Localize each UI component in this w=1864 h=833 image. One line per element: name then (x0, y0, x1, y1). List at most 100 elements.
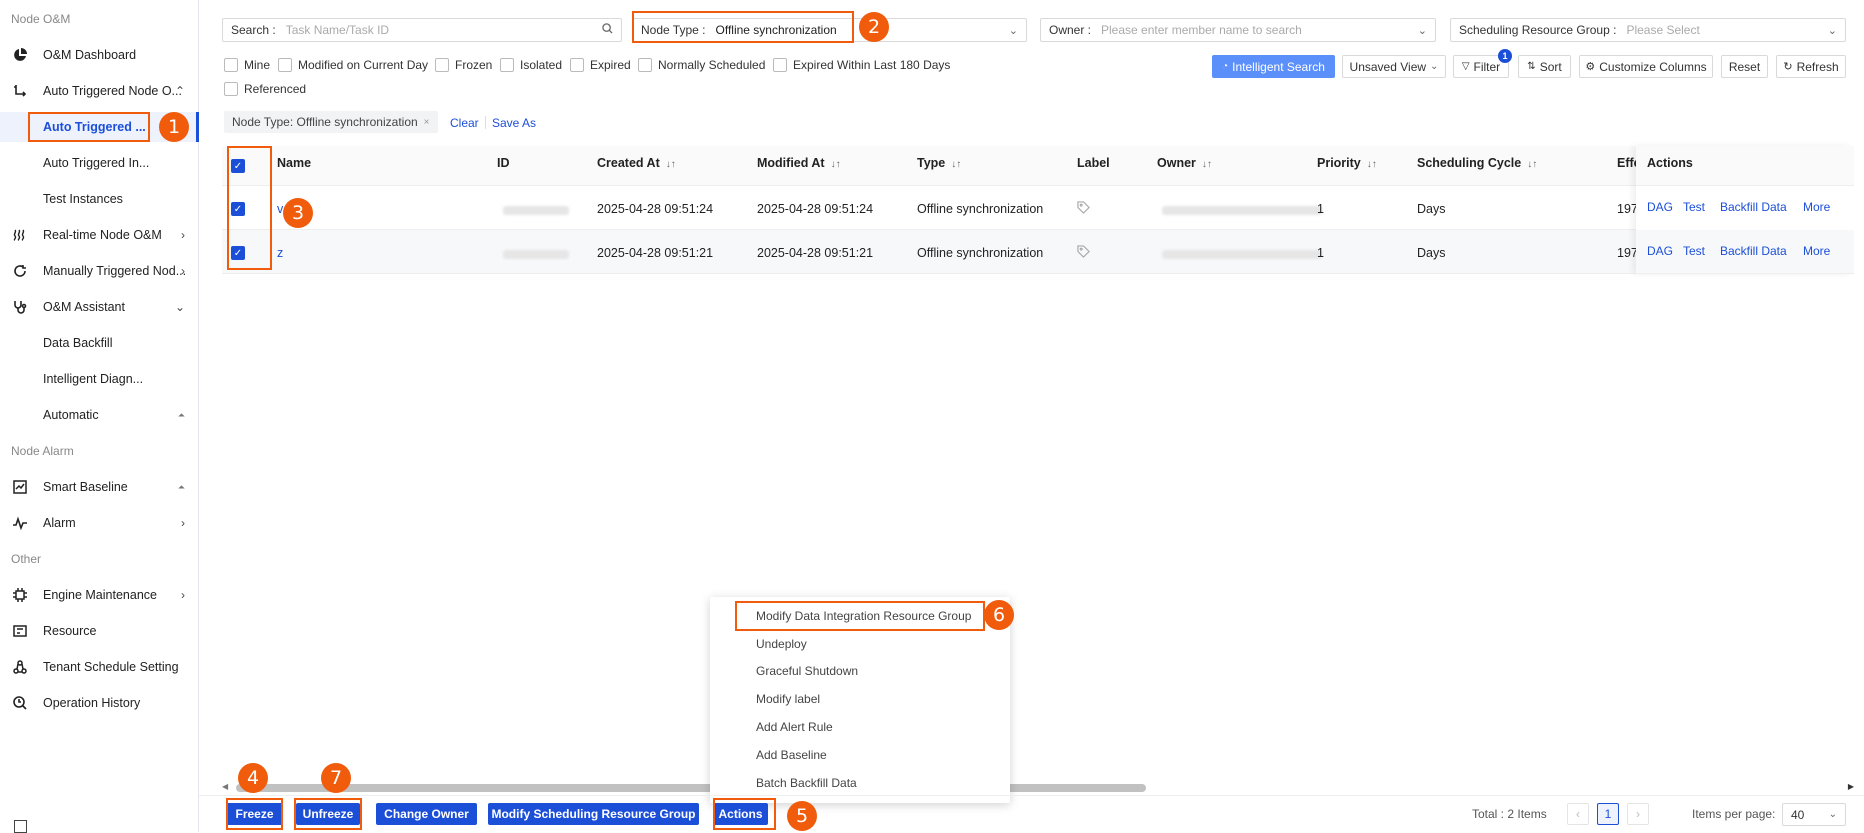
view-select[interactable]: Unsaved View ⌄ (1342, 55, 1446, 78)
chevron-right-icon: › (181, 588, 185, 602)
sidebar-item-auto-triggered-instances[interactable]: Auto Triggered In... (0, 148, 199, 178)
scroll-right-icon[interactable]: ▶ (1848, 782, 1854, 791)
column-header-priority[interactable]: Priority ↓↑ (1317, 156, 1377, 170)
sort-icon[interactable]: ↓↑ (1527, 159, 1537, 170)
sidebar-item-test-instances[interactable]: Test Instances (0, 184, 199, 214)
column-header-type[interactable]: Type ↓↑ (917, 156, 961, 170)
sidebar-item-resource[interactable]: Resource (0, 616, 199, 646)
sort-icon[interactable]: ↓↑ (666, 159, 676, 170)
checkbox[interactable] (224, 82, 238, 96)
filter-expired[interactable]: Expired (570, 58, 631, 72)
select-all-checkbox[interactable]: ✓ (231, 159, 245, 173)
scroll-left-icon[interactable]: ◀ (222, 782, 228, 791)
node-type-select[interactable]: Node Type : Offline synchronization ⌄ (632, 18, 1027, 42)
menu-item-undeploy[interactable]: Undeploy (756, 637, 807, 651)
sidebar-item-engine-maintenance[interactable]: Engine Maintenance › (0, 580, 199, 610)
filter-normally-scheduled[interactable]: Normally Scheduled (638, 58, 765, 72)
menu-item-add-alert-rule[interactable]: Add Alert Rule (756, 720, 833, 734)
checkbox[interactable] (278, 58, 292, 72)
column-header-modified-at[interactable]: Modified At ↓↑ (757, 156, 841, 170)
close-icon[interactable]: × (424, 117, 430, 128)
prev-page-button[interactable]: ‹ (1567, 803, 1589, 825)
filter-button[interactable]: ▽ Filter 1 (1453, 49, 1512, 78)
menu-item-modify-label[interactable]: Modify label (756, 692, 820, 706)
filter-expired-180[interactable]: Expired Within Last 180 Days (773, 58, 950, 72)
tag-icon[interactable] (1077, 201, 1090, 217)
menu-item-graceful-shutdown[interactable]: Graceful Shutdown (756, 664, 858, 678)
menu-item-modify-di-resource-group[interactable]: Modify Data Integration Resource Group (756, 609, 971, 623)
column-header-label: Type (917, 156, 946, 170)
more-link[interactable]: More (1803, 200, 1830, 214)
sidebar-item-alarm[interactable]: Alarm › (0, 508, 199, 538)
test-link[interactable]: Test (1683, 244, 1705, 258)
filter-frozen[interactable]: Frozen (435, 58, 492, 72)
sort-icon[interactable]: ↓↑ (1367, 159, 1377, 170)
filter-modified-today[interactable]: Modified on Current Day (278, 58, 428, 72)
filter-isolated[interactable]: Isolated (500, 58, 562, 72)
sidebar-item-om-dashboard[interactable]: O&M Dashboard (0, 40, 199, 70)
clear-link[interactable]: Clear (450, 116, 479, 130)
test-link[interactable]: Test (1683, 200, 1705, 214)
sort-button[interactable]: ⇅ Sort (1518, 55, 1571, 78)
chevron-down-icon: ⌄ (174, 300, 185, 314)
sidebar-item-operation-history[interactable]: Operation History (0, 688, 199, 718)
sidebar-item-automatic[interactable]: Automatic ⏶ (0, 400, 199, 430)
checkbox[interactable] (435, 58, 449, 72)
collapse-sidebar-icon[interactable] (14, 820, 27, 833)
sidebar-item-label: Engine Maintenance (43, 588, 157, 602)
checkbox[interactable] (500, 58, 514, 72)
sidebar-item-realtime-node-om[interactable]: Real-time Node O&M › (0, 220, 199, 250)
checkbox[interactable] (570, 58, 584, 72)
actions-button[interactable]: Actions (713, 803, 768, 825)
column-header-created-at[interactable]: Created At ↓↑ (597, 156, 676, 170)
sidebar-item-data-backfill[interactable]: Data Backfill (0, 328, 199, 358)
filter-mine[interactable]: Mine (224, 58, 270, 72)
unfreeze-button[interactable]: Unfreeze (296, 803, 360, 825)
items-per-page-select[interactable]: 40 ⌄ (1782, 803, 1846, 826)
sidebar-item-manually-triggered[interactable]: Manually Triggered Nod... › (0, 256, 199, 286)
sidebar-item-tenant-schedule[interactable]: Tenant Schedule Setting (0, 652, 199, 682)
refresh-button[interactable]: ↻ Refresh (1776, 55, 1846, 78)
column-header-scheduling-cycle[interactable]: Scheduling Cycle ↓↑ (1417, 156, 1537, 170)
filter-referenced[interactable]: Referenced (224, 82, 306, 96)
modify-resource-group-button[interactable]: Modify Scheduling Resource Group (488, 803, 699, 825)
column-header-label: Owner (1157, 156, 1196, 170)
save-as-link[interactable]: Save As (492, 116, 536, 130)
menu-item-batch-backfill[interactable]: Batch Backfill Data (756, 776, 857, 790)
search-input[interactable]: Search : Task Name/Task ID (222, 18, 622, 42)
resource-group-select[interactable]: Scheduling Resource Group : Please Selec… (1450, 18, 1846, 42)
checkbox[interactable] (638, 58, 652, 72)
column-header-owner[interactable]: Owner ↓↑ (1157, 156, 1212, 170)
intelligent-search-button[interactable]: ◔ Intelligent Search (1212, 55, 1335, 78)
owner-select[interactable]: Owner : Please enter member name to sear… (1040, 18, 1436, 42)
step-badge: 4 (238, 763, 268, 793)
freeze-button[interactable]: Freeze (226, 803, 283, 825)
sort-icon[interactable]: ↓↑ (951, 159, 961, 170)
dag-link[interactable]: DAG (1647, 200, 1673, 214)
row-checkbox[interactable]: ✓ (231, 246, 245, 260)
sidebar-item-om-assistant[interactable]: O&M Assistant ⌄ (0, 292, 199, 322)
sidebar-item-smart-baseline[interactable]: Smart Baseline ⏶ (0, 472, 199, 502)
menu-item-add-baseline[interactable]: Add Baseline (756, 748, 827, 762)
sidebar-item-intelligent-diagnosis[interactable]: Intelligent Diagn... (0, 364, 199, 394)
backfill-data-link[interactable]: Backfill Data (1720, 244, 1787, 258)
horizontal-scrollbar[interactable]: ◀ ▶ (222, 782, 1854, 792)
backfill-data-link[interactable]: Backfill Data (1720, 200, 1787, 214)
row-checkbox[interactable]: ✓ (231, 202, 245, 216)
gear-icon: ⚙ (1585, 61, 1596, 73)
change-owner-button[interactable]: Change Owner (376, 803, 477, 825)
more-link[interactable]: More (1803, 244, 1830, 258)
dag-link[interactable]: DAG (1647, 244, 1673, 258)
cycle-icon (12, 659, 28, 675)
next-page-button[interactable]: › (1627, 803, 1649, 825)
sort-icon[interactable]: ↓↑ (1202, 159, 1212, 170)
tag-icon[interactable] (1077, 245, 1090, 261)
sort-icon[interactable]: ↓↑ (831, 159, 841, 170)
reset-button[interactable]: Reset (1721, 55, 1768, 78)
sidebar-item-auto-triggered-node-om[interactable]: Auto Triggered Node O... ⌃ (0, 76, 199, 106)
checkbox[interactable] (224, 58, 238, 72)
row-name-link[interactable]: z (277, 246, 283, 260)
page-number[interactable]: 1 (1597, 803, 1619, 825)
checkbox[interactable] (773, 58, 787, 72)
customize-columns-button[interactable]: ⚙ Customize Columns (1579, 55, 1713, 78)
